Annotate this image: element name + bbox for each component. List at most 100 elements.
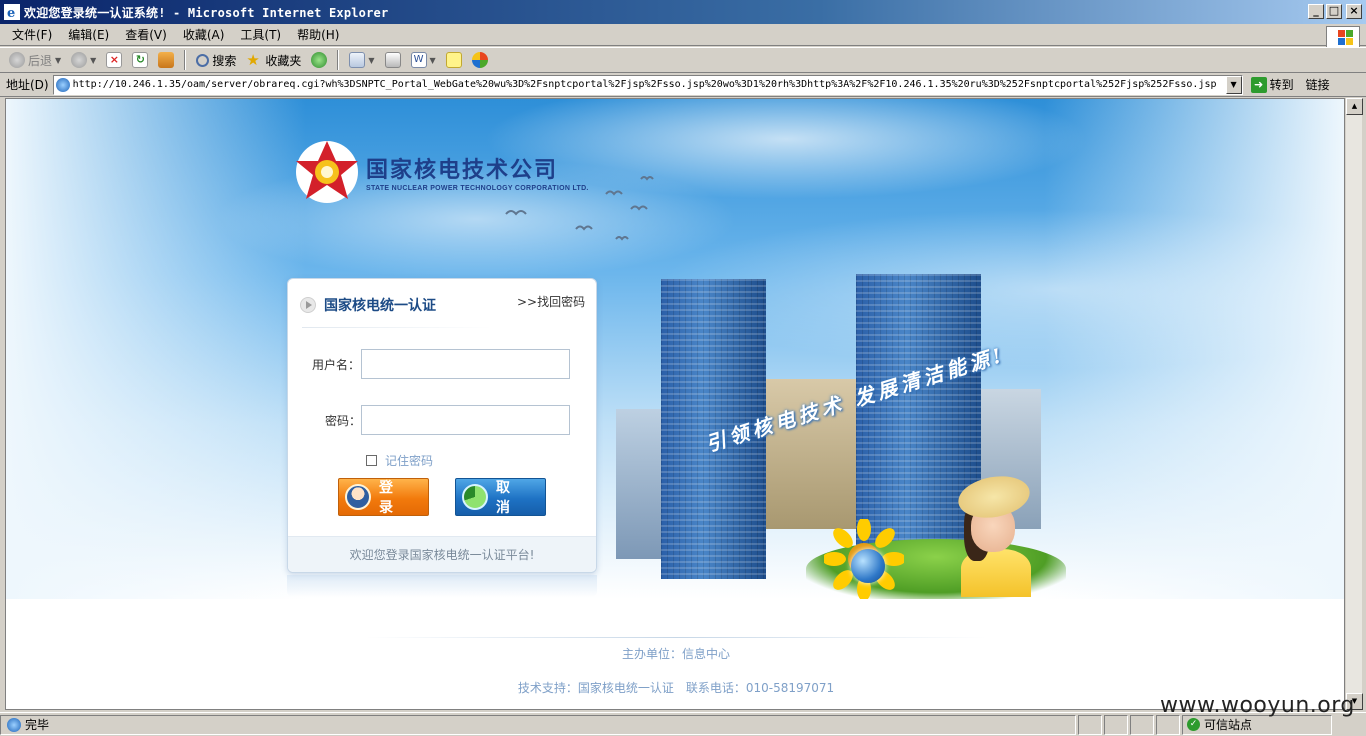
page-content: 国家核电技术公司 STATE NUCLEAR POWER TECHNOLOGY … (5, 98, 1345, 710)
home-button[interactable] (155, 49, 177, 71)
messenger-icon (471, 52, 488, 68)
footer-support: 技术支持：国家核电统一认证 联系电话：010-58197071 (517, 681, 835, 695)
forgot-password-link[interactable]: >>找回密码 (517, 293, 585, 310)
birds-decoration (505, 176, 654, 241)
svg-text:e: e (7, 6, 15, 20)
refresh-icon: ↻ (132, 52, 149, 68)
login-panel: 国家核电统一认证 >>找回密码 用户名： 密码： 记住密码 登 录 取 消 欢迎… (287, 278, 597, 573)
status-cell (1130, 714, 1154, 735)
page-done-icon (7, 717, 21, 732)
mail-icon (349, 52, 366, 68)
password-label: 密码： (325, 414, 362, 428)
menu-file[interactable]: 文件(F) (0, 26, 60, 43)
favorites-label: 收藏夹 (265, 53, 302, 68)
stop-icon: × (106, 52, 123, 68)
password-input[interactable] (361, 405, 570, 435)
address-url[interactable]: http://10.246.1.35/oam/server/obrareq.cg… (73, 79, 1223, 90)
go-label: 转到 (1269, 78, 1294, 92)
search-button[interactable]: 搜索 (193, 49, 239, 71)
cancel-button[interactable]: 取 消 (455, 478, 546, 516)
refresh-button[interactable]: ↻ (129, 49, 151, 71)
remember-password-label[interactable]: 记住密码 (385, 452, 433, 469)
note-icon (445, 52, 462, 68)
search-label: 搜索 (212, 53, 237, 68)
hero-fade-right (1044, 99, 1344, 599)
discuss-button[interactable] (443, 49, 465, 71)
footer-host: 主办单位：信息中心 (621, 647, 730, 661)
back-arrow-icon (9, 52, 25, 68)
address-label: 地址(D) (6, 78, 49, 92)
address-bar: 地址(D) http://10.246.1.35/oam/server/obra… (0, 73, 1366, 97)
footer-divider (366, 637, 986, 638)
word-icon: W (410, 52, 427, 68)
scroll-up-icon[interactable]: ▲ (1346, 98, 1363, 115)
login-title: 国家核电统一认证 (324, 298, 436, 314)
login-button-label: 登 录 (379, 480, 401, 516)
back-button[interactable]: 后退 ▼ (6, 49, 64, 71)
login-welcome: 欢迎您登录国家核电统一认证平台! (288, 536, 596, 572)
toolbar-separator (337, 50, 340, 70)
stop-button[interactable]: × (103, 49, 125, 71)
menu-edit[interactable]: 编辑(E) (60, 26, 117, 43)
user-avatar-icon (345, 484, 371, 510)
minimize-button[interactable]: _ (1308, 4, 1324, 19)
chevron-down-icon: ▼ (368, 55, 375, 65)
ie-icon: e (4, 4, 20, 20)
title-bar: e 欢迎您登录统一认证系统! - Microsoft Internet Expl… (0, 0, 1366, 24)
check-icon: ✓ (1187, 718, 1200, 731)
chevron-down-icon: ▼ (90, 55, 97, 65)
menu-favorites[interactable]: 收藏(A) (175, 26, 233, 43)
snptc-star-logo-icon (296, 141, 358, 203)
star-icon: ★ (246, 51, 260, 69)
username-label: 用户名： (312, 358, 361, 372)
remember-password[interactable]: 记住密码 (366, 452, 433, 469)
menu-help[interactable]: 帮助(H) (289, 26, 347, 43)
chevron-down-icon: ▼ (429, 55, 436, 65)
menu-tools[interactable]: 工具(T) (232, 26, 289, 43)
edit-button[interactable]: W ▼ (408, 49, 439, 71)
maximize-button[interactable]: □ (1326, 4, 1342, 19)
security-zone-label: 可信站点 (1204, 718, 1253, 732)
cancel-button-label: 取 消 (496, 480, 518, 516)
status-text: 完毕 (25, 718, 50, 732)
menu-view[interactable]: 查看(V) (117, 26, 175, 43)
forward-arrow-icon (71, 52, 88, 68)
history-button[interactable] (308, 49, 330, 71)
mail-button[interactable]: ▼ (346, 49, 377, 71)
favorites-button[interactable]: ★ 收藏夹 (243, 49, 304, 71)
back-label: 后退 (28, 53, 53, 68)
chevron-down-icon[interactable]: ▼ (1225, 75, 1242, 94)
username-input[interactable] (361, 349, 570, 379)
vertical-scrollbar[interactable]: ▲ ▼ (1345, 98, 1363, 710)
window-title: 欢迎您登录统一认证系统! - Microsoft Internet Explor… (24, 5, 389, 20)
toolbar-separator (184, 50, 187, 70)
login-reflection (287, 575, 597, 597)
close-button[interactable]: × (1346, 4, 1362, 19)
login-button[interactable]: 登 录 (338, 478, 429, 516)
page-icon (55, 77, 70, 92)
chevron-down-icon: ▼ (55, 55, 62, 65)
watermark: www.wooyun.org (1160, 693, 1355, 718)
remember-password-checkbox[interactable] (366, 455, 377, 466)
search-icon (196, 53, 210, 67)
hero-fade-left (6, 99, 306, 599)
refresh-circle-icon (462, 484, 488, 510)
globe-icon (851, 549, 885, 583)
play-arrow-icon (300, 297, 316, 313)
status-cell (1104, 714, 1128, 735)
history-icon (311, 52, 328, 68)
print-icon (384, 52, 401, 68)
toolbar: 后退 ▼ ▼ × ↻ 搜索 ★ 收藏夹 ▼ W ▼ (0, 47, 1366, 73)
address-input[interactable]: http://10.246.1.35/oam/server/obrareq.cg… (52, 74, 1243, 95)
go-arrow-icon: ➜ (1250, 76, 1267, 93)
forward-button[interactable]: ▼ (68, 49, 99, 71)
go-button[interactable]: ➜ 转到 (1250, 76, 1294, 93)
status-cell (1078, 714, 1102, 735)
home-icon (158, 52, 175, 68)
messenger-button[interactable] (469, 49, 491, 71)
windows-logo-icon (1326, 26, 1360, 48)
print-button[interactable] (382, 49, 404, 71)
menu-bar: 文件(F) 编辑(E) 查看(V) 收藏(A) 工具(T) 帮助(H) (0, 24, 1366, 48)
links-button[interactable]: 链接 (1306, 76, 1330, 93)
login-divider (302, 327, 492, 328)
